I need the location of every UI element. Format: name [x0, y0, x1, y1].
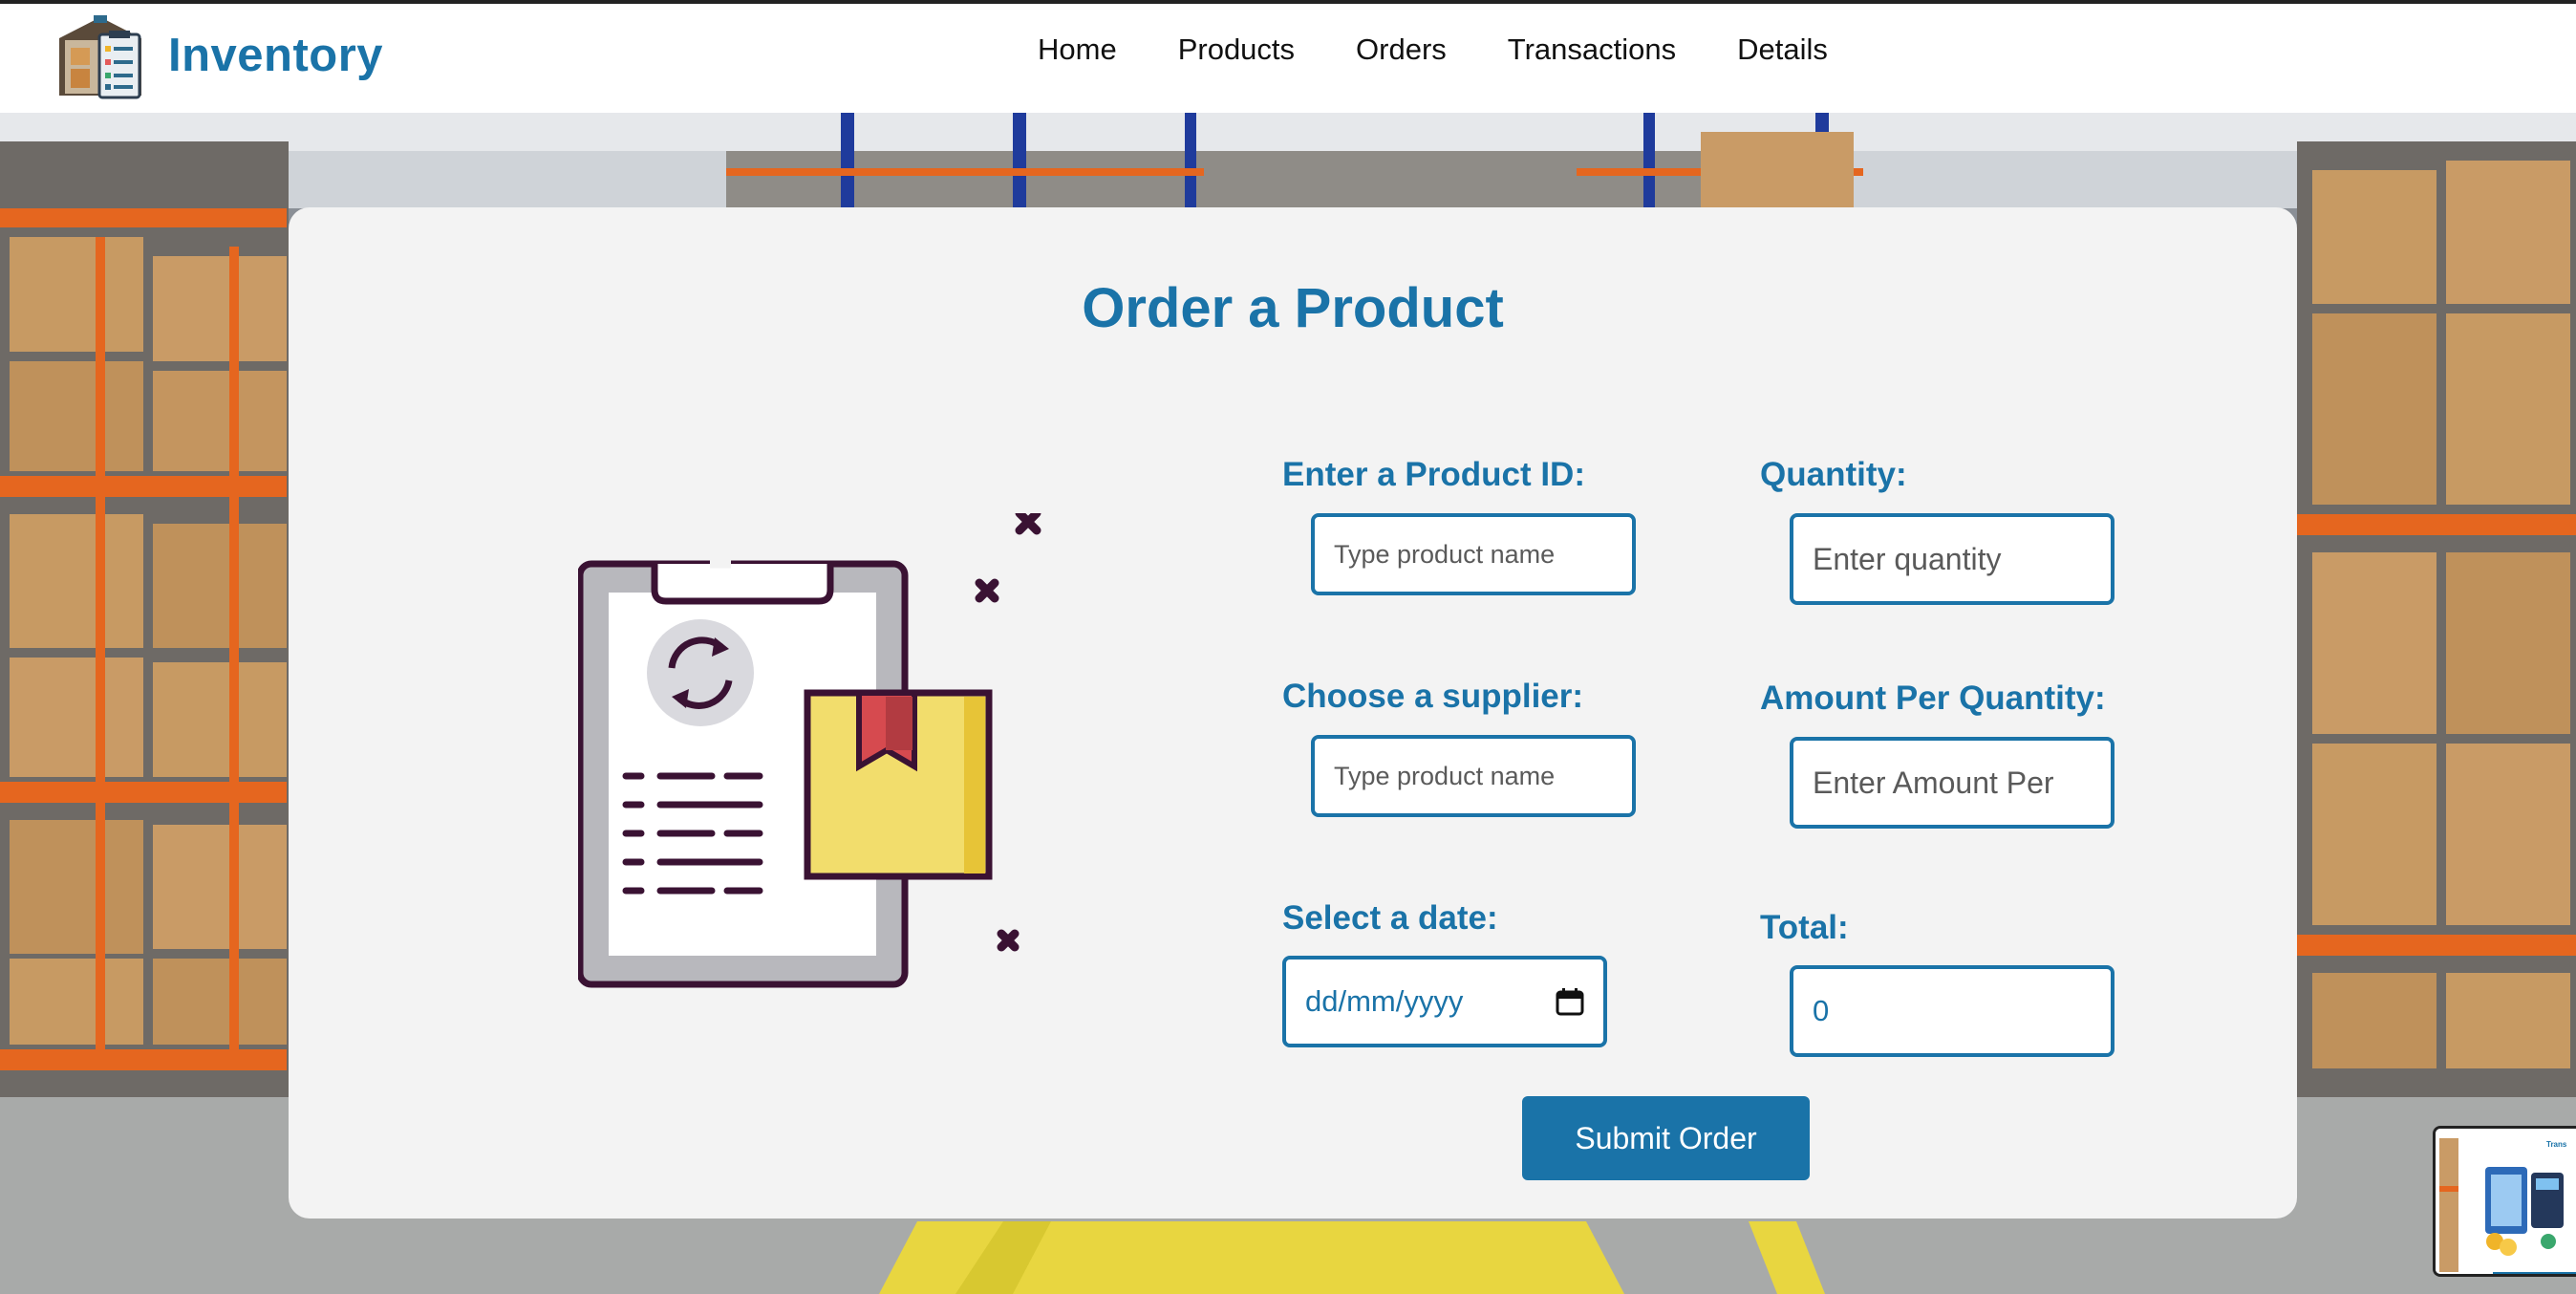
supplier-label: Choose a supplier:: [1282, 678, 1584, 715]
date-placeholder: dd/mm/yyyy: [1305, 984, 1464, 1018]
nav-transactions[interactable]: Transactions: [1508, 32, 1676, 67]
nav-orders[interactable]: Orders: [1356, 32, 1447, 67]
order-form-card: Order a Product Enter a Product ID: Type…: [289, 207, 2297, 1219]
total-label: Total:: [1760, 909, 1849, 946]
clipboard-package-illustration: [578, 513, 1041, 988]
quantity-label: Quantity:: [1760, 456, 1907, 493]
preview-thumbnail[interactable]: Trans: [2433, 1126, 2576, 1277]
warehouse-clipboard-icon: [59, 15, 141, 99]
brand-name: Inventory: [168, 30, 384, 81]
brand[interactable]: Inventory: [54, 10, 383, 101]
quantity-input[interactable]: [1790, 513, 2114, 605]
site-header: Inventory Home Products Orders Transacti…: [0, 4, 2576, 113]
date-input[interactable]: dd/mm/yyyy: [1282, 956, 1607, 1047]
nav-home[interactable]: Home: [1038, 32, 1117, 67]
thumbnail-illustration: [2436, 1129, 2576, 1274]
supplier-input[interactable]: [1311, 735, 1636, 817]
date-label: Select a date:: [1282, 899, 1498, 937]
nav-details[interactable]: Details: [1737, 32, 1828, 67]
amount-per-quantity-input[interactable]: [1790, 737, 2114, 829]
product-id-input[interactable]: [1311, 513, 1636, 595]
product-id-label: Enter a Product ID:: [1282, 456, 1585, 493]
amount-per-quantity-label: Amount Per Quantity:: [1760, 679, 2106, 717]
calendar-icon[interactable]: [1556, 987, 1584, 1016]
page-title: Order a Product: [1082, 277, 1504, 339]
submit-order-button[interactable]: Submit Order: [1522, 1096, 1810, 1180]
total-field[interactable]: 0: [1790, 965, 2114, 1057]
nav-products[interactable]: Products: [1178, 32, 1295, 67]
main-nav: Home Products Orders Transactions Detail…: [1038, 32, 1828, 67]
thumbnail-caption: Trans: [2546, 1140, 2567, 1149]
